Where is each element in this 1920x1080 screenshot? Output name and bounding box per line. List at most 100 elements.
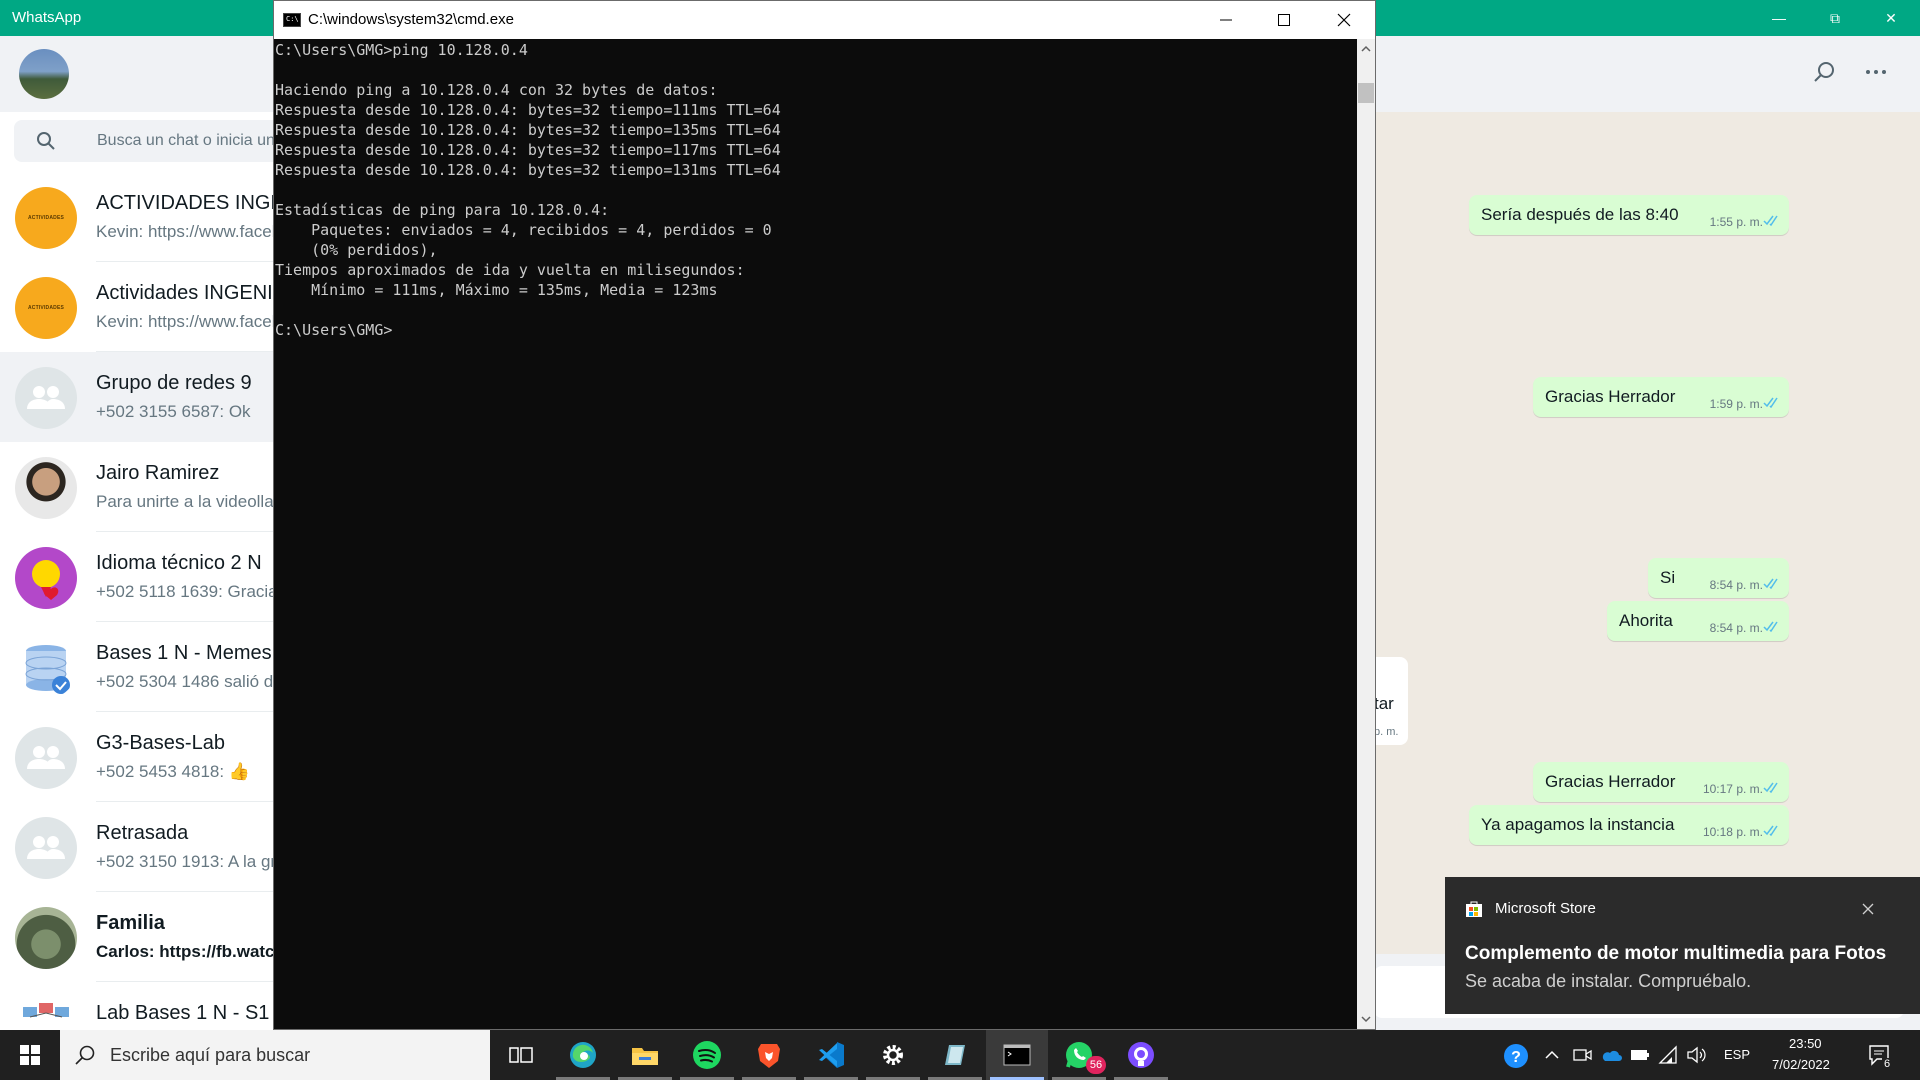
onedrive-cloud-icon[interactable] bbox=[1600, 1047, 1622, 1063]
taskbar-app-vscode[interactable] bbox=[800, 1030, 862, 1080]
chat-last-message: +502 3150 1913: A la grupo bbox=[96, 852, 277, 871]
brave-lion-icon bbox=[758, 1044, 780, 1068]
chat-item[interactable]: Retrasada +502 3150 1913: A la grupo bbox=[0, 802, 277, 892]
close-icon[interactable] bbox=[1314, 1, 1374, 39]
clock-date[interactable]: 7/02/2022 bbox=[1772, 1057, 1830, 1072]
scroll-up-icon[interactable] bbox=[1360, 43, 1372, 55]
taskbar-app-brave[interactable] bbox=[738, 1030, 800, 1080]
message-time: 8:54 p. m. bbox=[1709, 621, 1763, 635]
chat-name: Actividades INGENIERÍA bbox=[96, 282, 277, 304]
message-bubble[interactable]: Ya apagamos la instancia 10:18 p. m. bbox=[1469, 805, 1789, 845]
group-avatar-icon bbox=[15, 817, 77, 879]
chat-name: Familia bbox=[96, 912, 165, 934]
taskbar-search-placeholder: Escribe aquí para buscar bbox=[110, 1045, 311, 1065]
chat-last-message: Kevin: https://www.facebook.com bbox=[96, 222, 277, 241]
taskbar-app-whatsapp[interactable]: 56 bbox=[1048, 1030, 1110, 1080]
cmd-title-bar[interactable]: C:\ C:\windows\system32\cmd.exe bbox=[274, 1, 1375, 39]
conversation-header bbox=[1374, 36, 1920, 112]
gear-icon bbox=[883, 1045, 903, 1065]
close-icon[interactable] bbox=[1858, 899, 1878, 919]
notification-count: 6 bbox=[1882, 1058, 1893, 1070]
search-icon[interactable] bbox=[1812, 60, 1836, 84]
taskbar-app-github[interactable] bbox=[1110, 1030, 1172, 1080]
chat-item[interactable]: Jairo Ramirez Para unirte a la videollam… bbox=[0, 442, 277, 532]
clock-time[interactable]: 23:50 bbox=[1789, 1036, 1822, 1051]
spotify-icon bbox=[693, 1041, 721, 1069]
input-language[interactable]: ESP bbox=[1724, 1047, 1750, 1062]
wifi-icon[interactable] bbox=[1658, 1045, 1678, 1065]
console-output[interactable]: C:\Users\GMG>ping 10.128.0.4 Haciendo pi… bbox=[274, 39, 1357, 1029]
task-view-button[interactable] bbox=[490, 1030, 552, 1080]
chat-avatar bbox=[15, 997, 77, 1030]
windows-start-icon[interactable] bbox=[0, 1030, 60, 1080]
message-text: Si bbox=[1660, 568, 1676, 587]
chat-name: Idioma técnico 2 N bbox=[96, 552, 262, 574]
chat-search-box[interactable]: Busca un chat o inicia uno nuevo bbox=[14, 120, 277, 162]
vertical-scrollbar[interactable] bbox=[1357, 39, 1375, 1029]
message-bubble[interactable]: Gracias Herrador 1:59 p. m. bbox=[1533, 377, 1789, 417]
vscode-icon bbox=[819, 1042, 844, 1068]
toast-notification[interactable]: Microsoft Store Complemento de motor mul… bbox=[1445, 877, 1920, 1014]
search-icon bbox=[75, 1045, 95, 1065]
restore-button[interactable]: ⧉ bbox=[1812, 0, 1858, 36]
message-bubble[interactable]: Gracias Herrador 10:17 p. m. bbox=[1533, 762, 1789, 802]
double-check-icon bbox=[1763, 825, 1778, 836]
scrollbar-thumb[interactable] bbox=[1358, 83, 1374, 103]
meet-now-icon[interactable] bbox=[1573, 1046, 1593, 1064]
chat-item[interactable]: Lab Bases 1 N - S1 bbox=[0, 982, 277, 1030]
chat-item[interactable]: ACTIVIDADES Actividades INGENIERÍA Kevin… bbox=[0, 262, 277, 352]
scroll-down-icon[interactable] bbox=[1360, 1013, 1372, 1025]
search-placeholder: Busca un chat o inicia uno nuevo bbox=[97, 132, 277, 149]
menu-dots-icon[interactable] bbox=[1864, 60, 1888, 84]
minimize-icon[interactable] bbox=[1196, 1, 1256, 39]
group-avatar-icon bbox=[15, 727, 77, 789]
message-bubble[interactable]: Sería después de las 8:40 1:55 p. m. bbox=[1469, 195, 1789, 235]
chat-last-message: Kevin: https://www.facebook.com bbox=[96, 312, 277, 331]
close-button[interactable]: ✕ bbox=[1868, 0, 1914, 36]
chat-last-message: Para unirte a la videollamada bbox=[96, 492, 277, 511]
message-text: Sería después de las 8:40 bbox=[1481, 205, 1679, 224]
double-check-icon bbox=[1763, 782, 1778, 793]
help-icon[interactable]: ? bbox=[1503, 1043, 1529, 1069]
chat-item[interactable]: Idioma técnico 2 N +502 5118 1639: Graci… bbox=[0, 532, 277, 622]
chat-name: Lab Bases 1 N - S1 bbox=[96, 1002, 270, 1024]
taskbar-app-cmd[interactable] bbox=[986, 1030, 1048, 1080]
taskbar-app-settings[interactable] bbox=[862, 1030, 924, 1080]
taskbar-search-box[interactable]: Escribe aquí para buscar bbox=[60, 1030, 490, 1080]
profile-avatar[interactable] bbox=[19, 49, 69, 99]
message-bubble[interactable]: Si 8:54 p. m. bbox=[1648, 558, 1789, 598]
toast-title: Complemento de motor multimedia para Fot… bbox=[1465, 943, 1887, 964]
chat-item[interactable]: ACTIVIDADES ACTIVIDADES INGENIERÍA Kevin… bbox=[0, 172, 277, 262]
sidebar-header bbox=[0, 36, 277, 112]
taskbar-app-edge[interactable] bbox=[552, 1030, 614, 1080]
chat-item[interactable]: Bases 1 N - Memes +502 5304 1486 salió d… bbox=[0, 622, 277, 712]
chat-name: Retrasada bbox=[96, 822, 189, 844]
message-time: 1:55 p. m. bbox=[1709, 215, 1763, 229]
message-bubble[interactable]: Ahorita 8:54 p. m. bbox=[1607, 601, 1789, 641]
chat-avatar bbox=[15, 457, 77, 519]
chat-last-message: +502 3155 6587: Ok bbox=[96, 402, 251, 421]
maximize-icon[interactable] bbox=[1254, 1, 1314, 39]
chat-item[interactable]: G3-Bases-Lab +502 5453 4818: 👍 bbox=[0, 712, 277, 802]
unread-badge: 56 bbox=[1086, 1056, 1106, 1074]
volume-icon[interactable] bbox=[1686, 1046, 1708, 1064]
taskbar-app-file-explorer[interactable] bbox=[614, 1030, 676, 1080]
taskbar-app-notes[interactable] bbox=[924, 1030, 986, 1080]
minimize-button[interactable]: — bbox=[1756, 0, 1802, 36]
chat-item-selected[interactable]: Grupo de redes 9 +502 3155 6587: Ok bbox=[0, 352, 277, 442]
message-time: 8:54 p. m. bbox=[1709, 578, 1763, 592]
chat-avatar bbox=[15, 547, 77, 609]
chat-last-message: +502 5453 4818: 👍 bbox=[96, 762, 250, 781]
chat-item[interactable]: Familia Carlos: https://fb.watch bbox=[0, 892, 278, 982]
chat-avatar: ACTIVIDADES bbox=[15, 277, 77, 339]
incoming-message-bubble[interactable]: tar p. m. bbox=[1374, 657, 1408, 745]
battery-icon[interactable] bbox=[1630, 1047, 1650, 1063]
toast-app-name: Microsoft Store bbox=[1495, 900, 1596, 917]
double-check-icon bbox=[1763, 578, 1778, 589]
chevron-up-icon[interactable] bbox=[1544, 1048, 1560, 1062]
message-time: 1:59 p. m. bbox=[1709, 397, 1763, 411]
chat-last-message: Carlos: https://fb.watch bbox=[96, 942, 278, 961]
whatsapp-window-title: WhatsApp bbox=[12, 9, 82, 26]
taskbar-app-spotify[interactable] bbox=[676, 1030, 738, 1080]
notes-app-icon bbox=[945, 1045, 965, 1065]
